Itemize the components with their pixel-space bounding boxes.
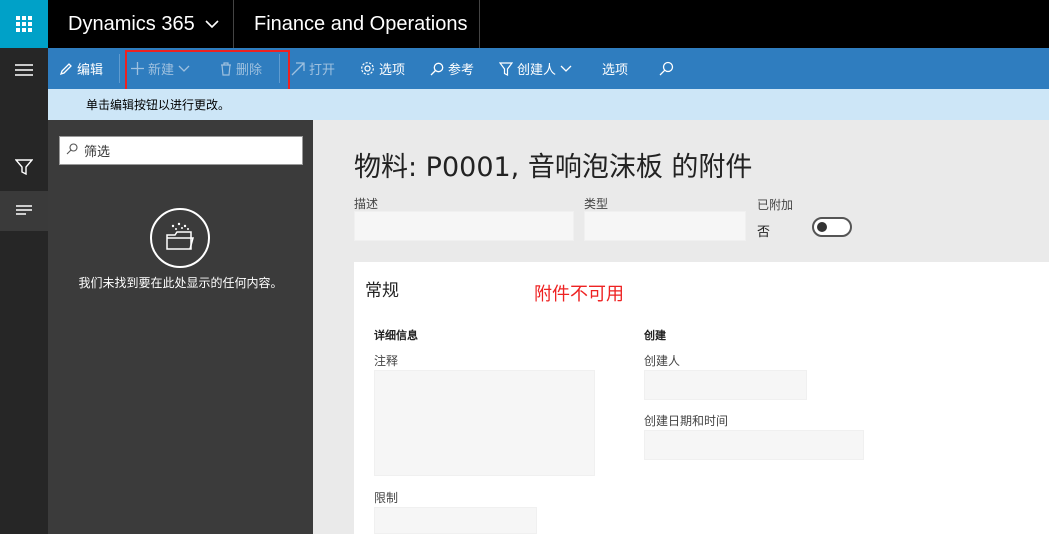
chevron-down-icon <box>205 16 219 32</box>
chevron-down-icon <box>560 65 572 73</box>
notes-field[interactable] <box>374 370 595 476</box>
module-name: Finance and Operations <box>234 0 480 48</box>
search-icon <box>66 142 78 159</box>
funnel-icon <box>15 159 33 175</box>
general-section-title: 常规 <box>365 281 399 301</box>
funnel-icon <box>499 61 513 76</box>
notes-label: 注释 <box>374 354 399 368</box>
edit-label: 编辑 <box>77 63 104 78</box>
restriction-label: 限制 <box>374 491 399 505</box>
navigation-rail <box>0 48 48 534</box>
reference-label: 参考 <box>448 63 475 78</box>
top-bar: Dynamics 365 Finance and Operations <box>0 0 1049 48</box>
gear-icon <box>360 61 375 76</box>
search-icon <box>659 61 674 76</box>
description-field[interactable] <box>354 211 574 241</box>
created-datetime-field[interactable] <box>644 430 864 460</box>
page-title: 物料: P0001, 音响泡沫板 的附件 <box>354 152 753 183</box>
hamburger-icon <box>15 64 33 76</box>
attached-toggle[interactable] <box>812 217 852 237</box>
list-pane: 筛选 我们未找到要在此处显示的任何内容。 <box>48 120 313 534</box>
options-button[interactable]: 选项 <box>360 48 405 89</box>
attached-value: 否 <box>757 225 771 240</box>
open-label: 打开 <box>309 63 336 78</box>
options-label-2: 选项 <box>602 63 629 78</box>
details-header: 详细信息 <box>374 329 418 342</box>
app-launcher-button[interactable] <box>0 0 48 48</box>
open-button[interactable]: 打开 <box>291 48 335 89</box>
edit-button[interactable]: 编辑 <box>59 48 103 89</box>
filter-pane-button[interactable] <box>0 147 48 187</box>
app-switcher[interactable]: Dynamics 365 <box>48 0 234 48</box>
empty-state-message: 我们未找到要在此处显示的任何内容。 <box>78 276 283 290</box>
reference-button[interactable]: 参考 <box>430 48 474 89</box>
type-label: 类型 <box>584 197 609 211</box>
options-label: 选项 <box>379 63 406 78</box>
pencil-icon <box>59 62 73 76</box>
created-by-field-label: 创建人 <box>644 354 681 368</box>
hamburger-menu-button[interactable] <box>0 50 48 90</box>
created-by-button[interactable]: 创建人 <box>499 48 572 89</box>
waffle-icon <box>16 16 32 32</box>
empty-folder-icon <box>150 208 210 268</box>
description-label: 描述 <box>354 197 379 211</box>
arrow-up-right-icon <box>291 61 305 76</box>
options-button-2[interactable]: 选项 <box>602 48 628 89</box>
annotation-note: 附件不可用 <box>534 284 624 305</box>
search-button[interactable] <box>659 48 674 89</box>
app-name: Dynamics 365 <box>68 12 195 35</box>
info-message: 单击编辑按钮以进行更改。 <box>86 98 231 112</box>
details-pane: 物料: P0001, 音响泡沫板 的附件 描述 类型 已附加 否 常规 附件不可… <box>313 120 1049 534</box>
info-bar: 单击编辑按钮以进行更改。 <box>48 89 1049 120</box>
created-by-label: 创建人 <box>517 63 557 78</box>
search-icon <box>430 62 444 76</box>
list-icon <box>16 205 32 215</box>
created-by-field[interactable] <box>644 370 807 400</box>
filter-placeholder: 筛选 <box>84 145 111 160</box>
created-datetime-label: 创建日期和时间 <box>644 414 729 428</box>
list-pane-button[interactable] <box>0 191 48 231</box>
general-section: 常规 附件不可用 详细信息 注释 限制 创建 创建人 创建日期和时间 <box>354 262 1049 534</box>
attached-label: 已附加 <box>757 198 794 212</box>
type-field[interactable] <box>584 211 746 241</box>
filter-input[interactable]: 筛选 <box>59 136 303 165</box>
created-header: 创建 <box>644 329 666 342</box>
restriction-field[interactable] <box>374 507 537 534</box>
separator <box>119 54 120 83</box>
